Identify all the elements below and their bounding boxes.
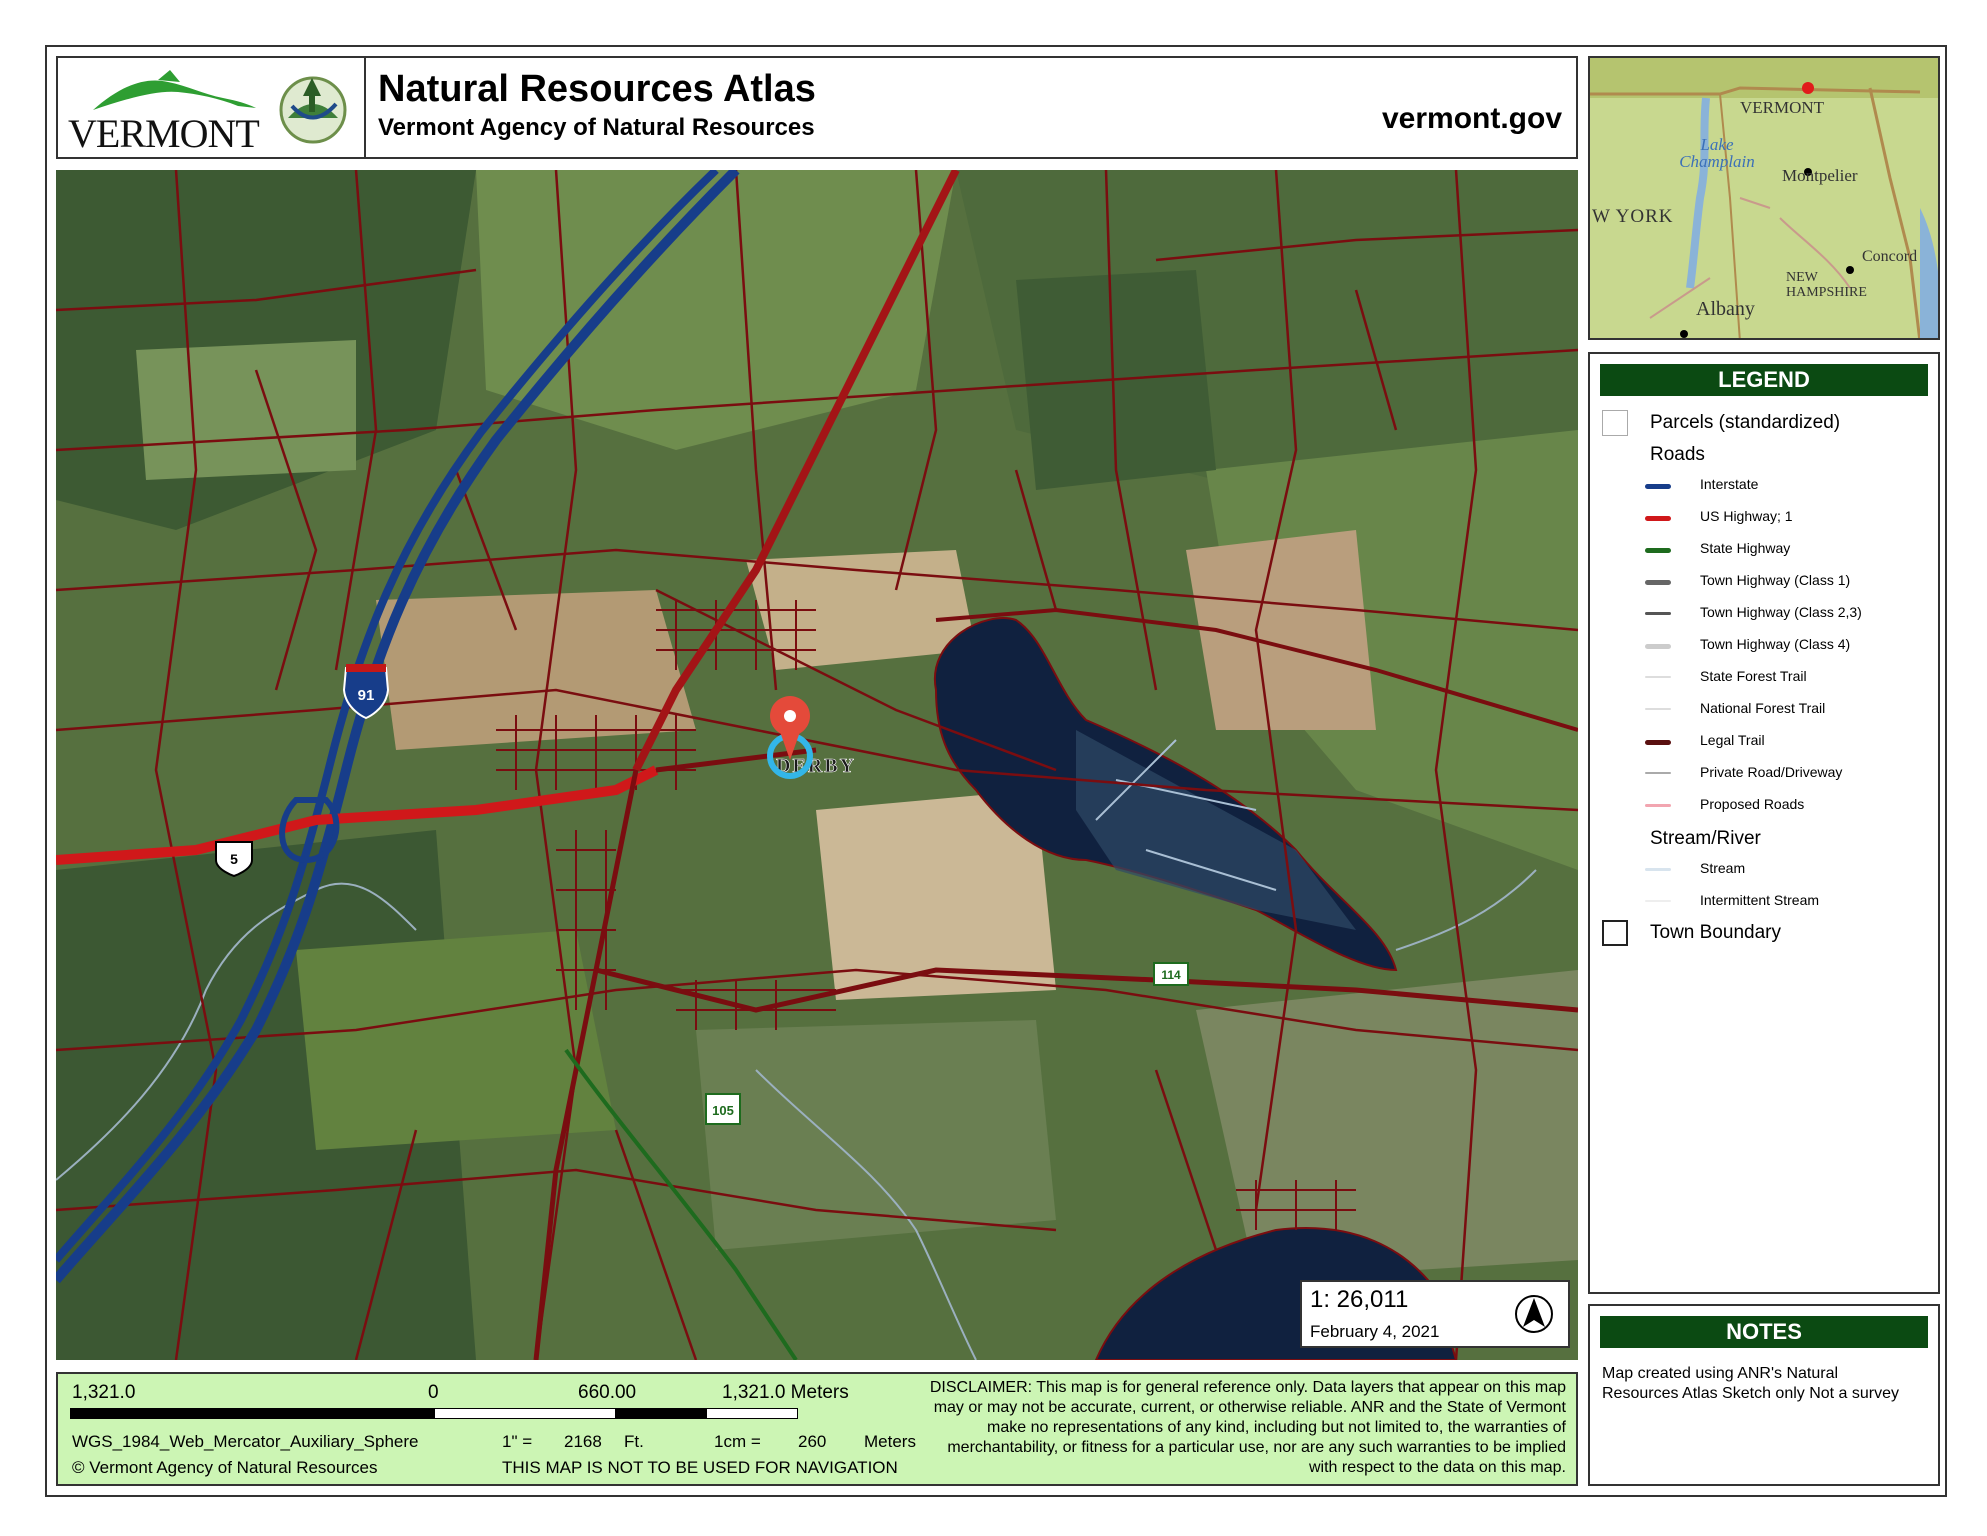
legend-state-forest-trail: State Forest Trail: [1700, 668, 1807, 684]
navigation-warning: THIS MAP IS NOT TO BE USED FOR NAVIGATIO…: [502, 1458, 898, 1477]
scale-ratio-box: 1: 26,011 February 4, 2021: [1300, 1280, 1570, 1348]
legend-title: LEGEND: [1600, 364, 1928, 396]
legend-parcels: Parcels (standardized): [1650, 412, 1841, 433]
inset-label-newyork: W YORK: [1592, 206, 1674, 227]
swatch-intermittent-stream: [1645, 900, 1671, 902]
state-shield-114: 114: [1153, 962, 1189, 986]
legend-private-road: Private Road/Driveway: [1700, 764, 1843, 780]
legend-road-state-highway: State Highway: [1700, 540, 1791, 556]
inset-label-nh: NEW HAMPSHIRE: [1786, 270, 1867, 300]
state-shield-label-a: 114: [1161, 968, 1181, 982]
cm-label: 1cm =: [714, 1432, 761, 1451]
swatch-us-highway: [1645, 516, 1671, 521]
legend-road-town-class23: Town Highway (Class 2,3): [1700, 604, 1862, 620]
swatch-stream: [1645, 868, 1671, 871]
legend-road-town-class4: Town Highway (Class 4): [1700, 636, 1851, 652]
parcels-swatch: [1602, 410, 1628, 436]
scale-bar: [70, 1408, 798, 1419]
swatch-private-road: [1645, 772, 1671, 774]
vermont-wordmark: VERMONT: [68, 111, 260, 156]
legend-national-forest-trail: National Forest Trail: [1700, 700, 1826, 716]
state-shield-105: 105: [705, 1093, 741, 1125]
inch-unit: Ft.: [624, 1432, 644, 1451]
site-url[interactable]: vermont.gov: [1382, 102, 1562, 136]
swatch-state-forest-trail: [1645, 676, 1671, 678]
scale-right-label: 1,321.0 Meters: [722, 1382, 849, 1403]
notes-text: Map created using ANR's Natural Resource…: [1602, 1365, 1900, 1402]
anr-seal-icon: [279, 76, 347, 144]
page-subtitle: Vermont Agency of Natural Resources: [378, 114, 815, 141]
inset-label-albany: Albany: [1696, 298, 1755, 320]
aerial-map-canvas[interactable]: 91 5 114 105 DERBY: [56, 170, 1578, 1360]
copyright-label: © Vermont Agency of Natural Resources: [72, 1458, 378, 1477]
cm-unit: Meters: [864, 1432, 916, 1451]
swatch-town-class23: [1645, 612, 1671, 615]
scale-left-label: 1,321.0: [72, 1382, 136, 1403]
vermont-logo: VERMONT: [58, 58, 366, 157]
notes-title: NOTES: [1600, 1316, 1928, 1348]
page-title: Natural Resources Atlas: [378, 68, 816, 110]
interstate-shield-label: 91: [358, 687, 375, 704]
town-boundary-swatch: [1602, 920, 1628, 946]
locator-inset-map[interactable]: VERMONT Lake Champlain Montpelier W YORK…: [1588, 56, 1940, 340]
projection-label: WGS_1984_Web_Mercator_Auxiliary_Sphere: [72, 1432, 419, 1451]
us-shield-label: 5: [230, 851, 238, 867]
map-date: February 4, 2021: [1310, 1322, 1440, 1341]
inset-label-concord: Concord: [1862, 248, 1918, 265]
scale-mid-label: 660.00: [578, 1382, 637, 1403]
legend-proposed-roads: Proposed Roads: [1700, 796, 1805, 812]
notes-panel: NOTES Map created using ANR's Natural Re…: [1588, 1304, 1940, 1486]
cm-value: 260: [798, 1432, 827, 1451]
legend-town-boundary: Town Boundary: [1650, 922, 1781, 943]
disclaimer-text: DISCLAIMER: This map is for general refe…: [929, 1379, 1566, 1476]
swatch-proposed-roads: [1645, 804, 1671, 807]
legend-panel: LEGEND Parcels (standardized) Roads Inte…: [1588, 352, 1940, 1294]
map-header: VERMONT Natural Resources Atlas Vermont …: [56, 56, 1578, 159]
swatch-town-class4: [1645, 644, 1671, 649]
scale-ratio: 1: 26,011: [1310, 1286, 1409, 1313]
legend-road-us-highway: US Highway; 1: [1700, 508, 1793, 524]
north-arrow-icon: [1515, 1295, 1553, 1333]
legend-roads-heading: Roads: [1650, 444, 1705, 465]
inset-label-lake: Lake Champlain: [1679, 135, 1755, 171]
legend-intermittent-stream: Intermittent Stream: [1700, 892, 1820, 908]
inch-value: 2168: [564, 1432, 602, 1451]
swatch-national-forest-trail: [1645, 708, 1671, 710]
swatch-town-class1: [1645, 580, 1671, 585]
vermont-mountain-icon: [93, 70, 256, 110]
legend-stream: Stream: [1700, 860, 1746, 876]
legend-stream-heading: Stream/River: [1650, 828, 1761, 849]
state-shield-label-b: 105: [712, 1103, 734, 1118]
map-footer: 1,321.0 0 660.00 1,321.0 Meters WGS_1984…: [56, 1372, 1578, 1486]
inset-label-vermont: VERMONT: [1740, 98, 1825, 117]
legend-legal-trail: Legal Trail: [1700, 732, 1765, 748]
swatch-interstate: [1645, 484, 1671, 489]
locator-dot-icon: [1802, 82, 1814, 94]
inch-label: 1" =: [502, 1432, 533, 1451]
map-view[interactable]: 91 5 114 105 DERBY 1: 26,011 February 4,…: [56, 170, 1578, 1360]
inset-label-montpelier: Montpelier: [1782, 166, 1858, 185]
legend-road-interstate: Interstate: [1700, 476, 1759, 492]
swatch-state-highway: [1645, 548, 1671, 553]
scale-zero-label: 0: [428, 1382, 439, 1403]
swatch-legal-trail: [1645, 740, 1671, 745]
legend-road-town-class1: Town Highway (Class 1): [1700, 572, 1851, 588]
